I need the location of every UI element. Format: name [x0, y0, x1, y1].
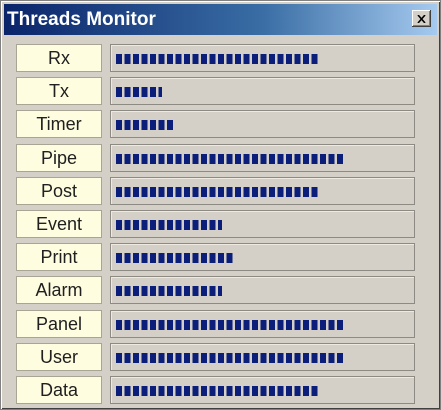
- thread-label: Rx: [16, 44, 102, 72]
- thread-row: Pipe: [16, 143, 421, 172]
- close-button[interactable]: [412, 10, 431, 27]
- thread-label: Tx: [16, 77, 102, 106]
- thread-row: Event: [16, 209, 421, 238]
- thread-row: Rx: [16, 44, 421, 72]
- thread-label: User: [16, 342, 102, 371]
- thread-activity-fill: [116, 87, 162, 98]
- close-icon: [417, 14, 426, 23]
- thread-activity-fill: [116, 219, 223, 230]
- thread-activity-fill: [116, 54, 320, 64]
- thread-row: Timer: [16, 110, 421, 139]
- thread-activity-fill: [116, 385, 320, 396]
- thread-activity-fill: [116, 253, 235, 264]
- thread-activity-fill: [116, 186, 320, 197]
- thread-row: Panel: [16, 309, 421, 338]
- thread-label: Panel: [16, 309, 102, 338]
- thread-label: Pipe: [16, 143, 102, 172]
- window-title: Threads Monitor: [7, 9, 156, 30]
- thread-row: Data: [16, 375, 421, 404]
- thread-activity-fill: [116, 153, 344, 164]
- thread-row: Print: [16, 243, 421, 272]
- thread-activity-bar: [110, 77, 415, 106]
- thread-row: Post: [16, 176, 421, 205]
- thread-activity-bar: [110, 176, 415, 205]
- thread-label: Alarm: [16, 276, 102, 305]
- thread-activity-bar: [110, 243, 415, 272]
- thread-label: Data: [16, 375, 102, 404]
- thread-activity-bar: [110, 375, 415, 404]
- thread-activity-bar: [110, 342, 415, 371]
- thread-label: Event: [16, 209, 102, 238]
- thread-row: Alarm: [16, 276, 421, 305]
- thread-row: User: [16, 342, 421, 371]
- thread-activity-fill: [116, 286, 223, 297]
- thread-activity-bar: [110, 44, 415, 72]
- threads-monitor-window: Threads Monitor Rx Tx Timer Pipe Post Event Pr…: [0, 0, 441, 410]
- title-bar[interactable]: Threads Monitor: [4, 4, 437, 35]
- thread-activity-bar: [110, 276, 415, 305]
- thread-label: Post: [16, 176, 102, 205]
- thread-list: Rx Tx Timer Pipe Post Event Print Alarm Panel Use…: [16, 44, 421, 409]
- thread-activity-bar: [110, 209, 415, 238]
- thread-activity-fill: [116, 319, 344, 330]
- thread-activity-fill: [116, 352, 344, 363]
- thread-label: Print: [16, 243, 102, 272]
- thread-activity-bar: [110, 309, 415, 338]
- thread-label: Timer: [16, 110, 102, 139]
- thread-activity-bar: [110, 110, 415, 139]
- thread-row: Tx: [16, 77, 421, 106]
- thread-activity-fill: [116, 120, 174, 131]
- thread-activity-bar: [110, 143, 415, 172]
